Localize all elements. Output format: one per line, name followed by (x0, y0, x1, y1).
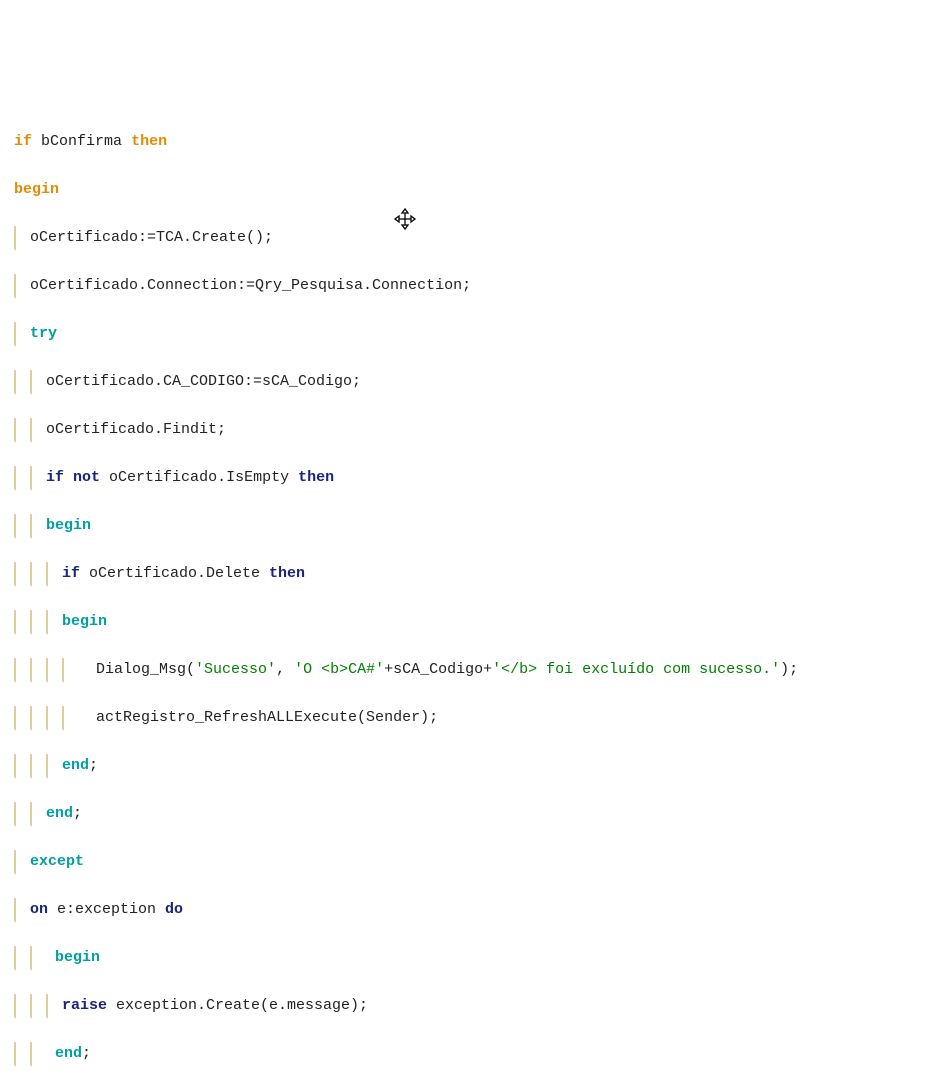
code-line: on e:exception do (14, 898, 924, 922)
code-line: raise exception.Create(e.message); (14, 994, 924, 1018)
keyword-begin: begin (62, 613, 107, 630)
keyword-then: then (269, 565, 305, 582)
code-line: except (14, 850, 924, 874)
code-line: if bConfirma then (14, 130, 924, 154)
identifier: bConfirma (41, 133, 122, 150)
expression: oCertificado.Delete (80, 565, 269, 582)
keyword-if: if (46, 469, 64, 486)
keyword-except: except (30, 853, 84, 870)
keyword-then: then (131, 133, 167, 150)
code-line: oCertificado.CA_CODIGO:=sCA_Codigo; (14, 370, 924, 394)
statement: oCertificado.CA_CODIGO:=sCA_Codigo; (46, 373, 361, 390)
keyword-then: then (298, 469, 334, 486)
code-line: Dialog_Msg('Sucesso', 'O <b>CA#'+sCA_Cod… (14, 658, 924, 682)
code-line: end; (14, 1042, 924, 1066)
string-literal: '</b> foi excluído com sucesso.' (492, 661, 780, 678)
code-line: begin (14, 178, 924, 202)
code-line: end; (14, 754, 924, 778)
code-line: end; (14, 802, 924, 826)
keyword-raise: raise (62, 997, 107, 1014)
keyword-not: not (73, 469, 100, 486)
code-line: begin (14, 610, 924, 634)
code-line: try (14, 322, 924, 346)
statement: exception.Create(e.message); (107, 997, 368, 1014)
keyword-end: end (62, 757, 89, 774)
string-literal: 'Sucesso' (195, 661, 276, 678)
code-line: begin (14, 946, 924, 970)
keyword-if: if (62, 565, 80, 582)
keyword-end: end (46, 805, 73, 822)
keyword-begin: begin (46, 517, 91, 534)
keyword-try: try (30, 325, 57, 342)
call: Dialog_Msg( (96, 661, 195, 678)
code-line: oCertificado.Connection:=Qry_Pesquisa.Co… (14, 274, 924, 298)
string-literal: 'O <b>CA#' (294, 661, 384, 678)
expression: e:exception (48, 901, 165, 918)
code-line: if not oCertificado.IsEmpty then (14, 466, 924, 490)
keyword-on: on (30, 901, 48, 918)
code-editor-view: if bConfirma then begin oCertificado:=TC… (14, 106, 924, 1080)
code-line: actRegistro_RefreshALLExecute(Sender); (14, 706, 924, 730)
keyword-begin: begin (14, 181, 59, 198)
keyword-end: end (55, 1045, 82, 1062)
statement: actRegistro_RefreshALLExecute(Sender); (96, 709, 438, 726)
keyword-do: do (165, 901, 183, 918)
statement: oCertificado.Connection:=Qry_Pesquisa.Co… (30, 277, 471, 294)
statement: oCertificado.Findit; (46, 421, 226, 438)
code-line: oCertificado:=TCA.Create(); (14, 226, 924, 250)
keyword-begin: begin (55, 949, 100, 966)
code-line: if oCertificado.Delete then (14, 562, 924, 586)
statement: oCertificado:=TCA.Create(); (30, 229, 273, 246)
keyword-if: if (14, 133, 32, 150)
code-line: begin (14, 514, 924, 538)
expression: oCertificado.IsEmpty (100, 469, 298, 486)
code-line: oCertificado.Findit; (14, 418, 924, 442)
